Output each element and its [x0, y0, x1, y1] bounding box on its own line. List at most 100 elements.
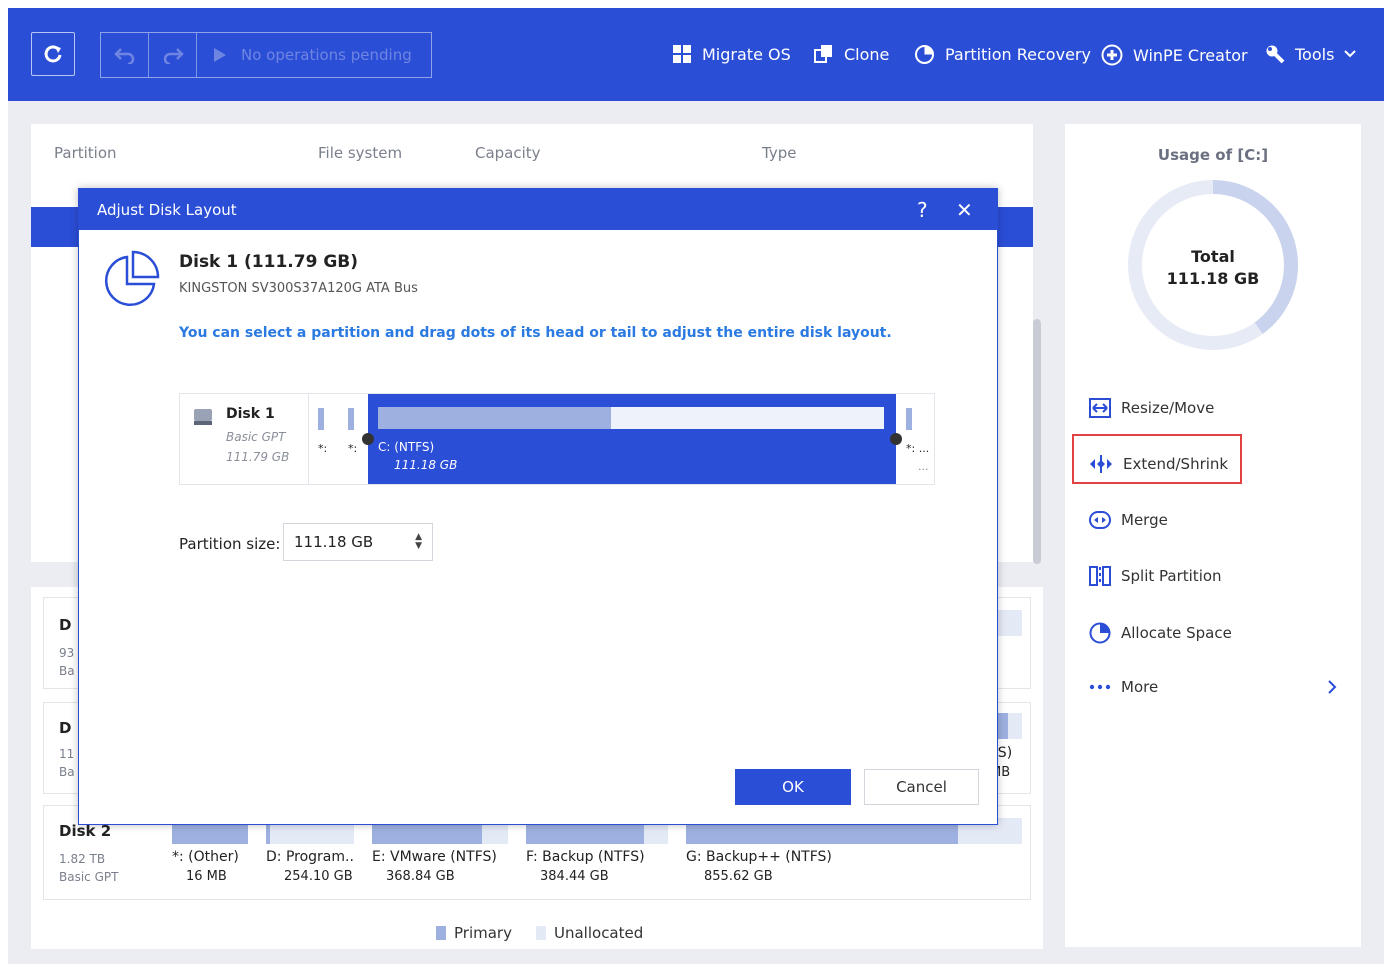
extend-shrink-highlight — [1072, 434, 1242, 484]
partition-size: 384.44 GB — [540, 869, 609, 884]
disk-size: 1.82 TB — [59, 852, 106, 866]
plus-circle-icon — [1101, 44, 1123, 66]
action-label: Split Partition — [1121, 567, 1222, 585]
column-header-type[interactable]: Type — [762, 144, 796, 162]
undo-button[interactable] — [101, 33, 149, 77]
column-header-file-system[interactable]: File system — [318, 144, 402, 162]
small-partition-2-label: *: — [348, 442, 358, 455]
nav-label: Migrate OS — [702, 44, 791, 64]
partition-c-block[interactable]: C: (NTFS) 111.18 GB — [368, 394, 896, 484]
action-label: Merge — [1121, 511, 1168, 529]
ok-button[interactable]: OK — [735, 769, 851, 805]
windows-icon — [673, 45, 691, 63]
refresh-button[interactable] — [31, 32, 75, 76]
disk-layout-map: Disk 1 Basic GPT 111.79 GB *: *: C: (NTF… — [179, 393, 935, 485]
tail-partition-label: *: ... — [906, 442, 930, 455]
play-icon — [214, 48, 226, 62]
disk-type: Basic GPT — [59, 870, 119, 884]
disk-type: Ba — [59, 664, 75, 678]
nav-clone[interactable]: Clone — [814, 44, 889, 64]
disk-size: 93 — [59, 646, 75, 660]
chevron-right-icon — [1328, 680, 1337, 694]
action-allocate-space[interactable]: Allocate Space — [1089, 622, 1232, 644]
dialog-title-bar: Adjust Disk Layout ? ✕ — [79, 189, 997, 230]
disk-type: Ba — [59, 765, 75, 779]
nav-label: WinPE Creator — [1133, 45, 1248, 65]
layout-disk-size: 111.79 GB — [226, 450, 290, 464]
merge-icon — [1089, 511, 1111, 529]
help-button[interactable]: ? — [917, 198, 928, 222]
nav-winpe-creator[interactable]: WinPE Creator — [1101, 44, 1248, 66]
close-button[interactable]: ✕ — [956, 198, 973, 222]
disk-name: D — [59, 616, 72, 634]
partition-size: 368.84 GB — [386, 869, 455, 884]
apply-operations-button[interactable]: No operations pending — [197, 33, 412, 77]
column-header-partition[interactable]: Partition — [54, 144, 117, 162]
usage-title: Usage of [C:] — [1157, 146, 1269, 164]
cancel-button[interactable]: Cancel — [864, 769, 979, 805]
clone-icon — [814, 45, 832, 63]
disk-pie-icon — [104, 250, 160, 307]
redo-icon — [163, 48, 184, 64]
more-dots-icon — [1089, 684, 1111, 690]
refresh-icon — [44, 45, 62, 63]
partition-c-used — [378, 407, 611, 429]
partition-c-size: 111.18 GB — [394, 458, 458, 472]
legend-label: Primary — [454, 924, 512, 942]
dialog-title: Adjust Disk Layout — [97, 201, 237, 219]
layout-disk-name: Disk 1 — [226, 406, 275, 422]
partition-bar[interactable] — [1008, 713, 1022, 739]
table-scrollbar[interactable] — [1033, 319, 1041, 564]
action-more[interactable]: More — [1089, 678, 1337, 696]
nav-label: Clone — [844, 44, 890, 64]
action-resize-move[interactable]: Resize/Move — [1089, 398, 1214, 418]
resize-icon — [1089, 398, 1111, 418]
redo-button[interactable] — [149, 33, 197, 77]
nav-migrate-os[interactable]: Migrate OS — [672, 44, 791, 64]
action-merge[interactable]: Merge — [1089, 510, 1168, 530]
small-partition-1[interactable] — [318, 408, 324, 430]
legend-unallocated: Unallocated — [536, 924, 643, 942]
layout-hint: You can select a partition and drag dots… — [179, 325, 892, 341]
nav-tools[interactable]: Tools — [1265, 44, 1357, 64]
disk-title: Disk 1 (111.79 GB) — [179, 252, 358, 272]
nav-label: Partition Recovery — [945, 45, 1091, 64]
action-split-partition[interactable]: Split Partition — [1089, 566, 1222, 586]
legend-swatch-primary — [436, 926, 446, 940]
partition-size-input[interactable]: 111.18 GB ▲ ▼ — [283, 523, 433, 561]
small-partition-2[interactable] — [348, 408, 354, 430]
layout-disk-info: Disk 1 Basic GPT 111.79 GB — [180, 394, 309, 484]
action-label: More — [1121, 678, 1159, 696]
disk-name: D — [59, 719, 72, 737]
resize-handle-left[interactable] — [362, 433, 374, 445]
wrench-icon — [1266, 45, 1285, 64]
undo-icon — [113, 48, 134, 64]
nav-label: Tools — [1295, 44, 1335, 64]
allocate-icon — [1089, 622, 1111, 644]
top-toolbar: No operations pending Migrate OS Clone P… — [8, 8, 1384, 101]
partition-size-value: 111.18 GB — [294, 533, 374, 551]
spinner-arrows-icon[interactable]: ▲ ▼ — [415, 533, 422, 551]
app-window: No operations pending Migrate OS Clone P… — [8, 8, 1384, 964]
partition-label: *: (Other) — [172, 849, 239, 865]
partition-label: D: Program.. — [266, 849, 354, 865]
layout-disk-type: Basic GPT — [226, 430, 286, 444]
side-panel: Usage of [C:] Total 111.18 GB Resize/Mov… — [1065, 124, 1361, 947]
legend-swatch-unallocated — [536, 926, 546, 940]
column-header-capacity[interactable]: Capacity — [475, 144, 541, 162]
disk-size: 11 — [59, 747, 75, 761]
partition-size: 254.10 GB — [284, 869, 353, 884]
nav-partition-recovery[interactable]: Partition Recovery — [914, 44, 1091, 65]
pending-text: No operations pending — [241, 46, 412, 64]
partition-size-label: Partition size: — [179, 535, 281, 553]
small-partition-1-label: *: — [318, 442, 328, 455]
usage-total: Total 111.18 GB — [1127, 246, 1299, 290]
partition-label: G: Backup++ (NTFS) — [686, 849, 832, 865]
pie-icon — [915, 45, 934, 64]
operations-group: No operations pending — [100, 32, 432, 78]
usage-total-value: 111.18 GB — [1166, 269, 1260, 288]
partition-c-label: C: (NTFS) — [378, 440, 435, 454]
tail-partition-more: ... — [918, 460, 929, 473]
tail-partition[interactable] — [906, 408, 912, 430]
resize-handle-right[interactable] — [890, 433, 902, 445]
